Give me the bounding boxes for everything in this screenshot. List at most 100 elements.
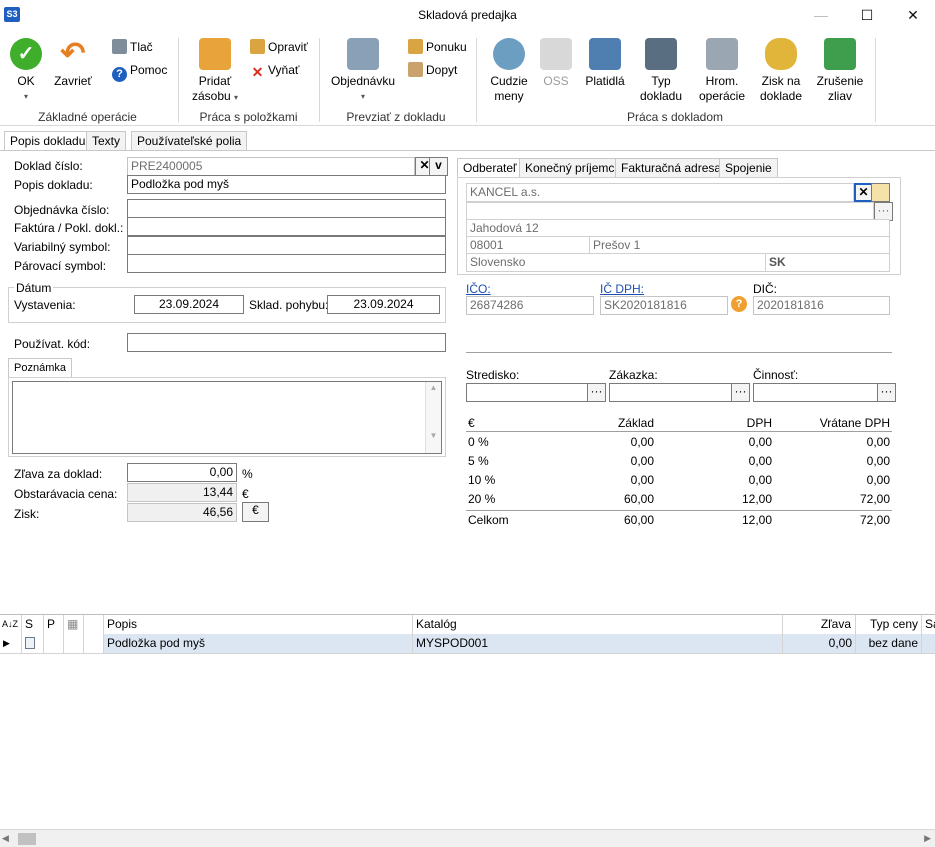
ico-link[interactable]: IČO: (466, 282, 491, 296)
opravit-button[interactable]: Opraviť (250, 38, 308, 56)
country-field[interactable]: Slovensko (466, 253, 766, 272)
zlava-field[interactable]: 0,00 (127, 463, 237, 482)
sklad-pohybu-date-field[interactable]: 23.09.2024 (327, 295, 440, 314)
ponuku-button[interactable]: Ponuku (408, 38, 467, 56)
typ-dokladu-button[interactable]: Typ dokladu (636, 38, 686, 104)
hrom-operacie-button[interactable]: Hrom. operácie (696, 38, 748, 104)
cinnost-field[interactable] (753, 383, 878, 402)
vat-total: 0,00 (866, 435, 890, 449)
tab-odberatel[interactable]: Odberateľ (457, 158, 523, 178)
minimize-button[interactable]: — (806, 4, 836, 26)
cinnost-browse-button[interactable]: ··· (877, 383, 896, 402)
tab-konecny-prijemca[interactable]: Konečný príjemca (519, 158, 628, 177)
dic-field[interactable]: 2020181816 (753, 296, 890, 315)
country-code-field[interactable]: SK (765, 253, 890, 272)
tab-fakturacna-adresa[interactable]: Fakturačná adresa (615, 158, 728, 177)
vat-total-label: Celkom (468, 513, 509, 527)
coins-icon (765, 38, 797, 70)
oss-button[interactable]: OSS (538, 38, 574, 89)
zisk-na-doklade-button[interactable]: Zisk na doklade (756, 38, 806, 104)
stredisko-browse-button[interactable]: ··· (587, 383, 606, 402)
vystavenia-label: Vystavenia: (14, 298, 76, 312)
bulk-operations-icon (706, 38, 738, 70)
poznamka-textarea[interactable]: ▲ ▼ (12, 381, 442, 454)
partner-name-field[interactable]: KANCEL a.s. (466, 183, 854, 202)
grid-header-s[interactable]: S (22, 615, 44, 634)
parovaci-field[interactable] (127, 254, 446, 273)
faktura-field[interactable] (127, 217, 446, 236)
maximize-button[interactable]: ☐ (852, 4, 882, 26)
zrusenie-zliav-button[interactable]: Zrušenie zliav (814, 38, 866, 104)
horizontal-scrollbar[interactable]: ◀ ▶ (0, 829, 935, 847)
vat-rate: 10 % (468, 473, 496, 487)
grid-header-sa[interactable]: Sa (922, 615, 935, 634)
zakazka-label: Zákazka: (609, 368, 658, 382)
icdph-link[interactable]: IČ DPH: (600, 282, 644, 296)
zisk-currency-button[interactable]: € (242, 502, 269, 522)
scroll-right-icon[interactable]: ▶ (924, 833, 931, 844)
row-typ-ceny[interactable]: bez dane (856, 634, 922, 653)
grid-header-katalog[interactable]: Katalóg (413, 615, 783, 634)
tab-pouzivatelske-polia[interactable]: Používateľské polia (131, 131, 248, 150)
zakazka-browse-button[interactable]: ··· (731, 383, 750, 402)
ok-button[interactable]: ✓ OK ▾ (6, 38, 46, 104)
pouzivat-kod-label: Používat. kód: (14, 337, 91, 351)
tab-poznamka[interactable]: Poznámka (8, 358, 72, 377)
edit-icon (250, 39, 265, 54)
currency-icon (493, 38, 525, 70)
objednavku-button[interactable]: Objednávku ▾ (330, 38, 396, 104)
poznamka-scrollbar[interactable]: ▲ ▼ (425, 382, 441, 453)
ok-check-icon: ✓ (10, 38, 42, 70)
datum-label: Dátum (14, 281, 54, 295)
pomoc-button[interactable]: ? Pomoc (112, 61, 167, 82)
vat-rate: 0 % (468, 435, 489, 449)
pridat-zasobu-button[interactable]: Pridať zásobu ▾ (190, 38, 240, 105)
doklad-cislo-field[interactable]: PRE2400005 (127, 157, 415, 176)
scroll-left-icon[interactable]: ◀ (2, 833, 9, 844)
scroll-thumb[interactable] (18, 833, 36, 845)
vat-total-base: 60,00 (623, 513, 654, 527)
variabilny-field[interactable] (127, 236, 446, 255)
grid-sort-icon[interactable]: A↓Z (0, 615, 22, 634)
vat-rate: 20 % (468, 492, 496, 506)
grid-header-p[interactable]: P (44, 615, 64, 634)
row-popis[interactable]: Podložka pod myš (104, 634, 413, 653)
obstaravacia-unit: € (242, 487, 249, 501)
tab-spojenie[interactable]: Spojenie (719, 158, 778, 177)
stredisko-field[interactable] (466, 383, 588, 402)
dopyt-button[interactable]: Dopyt (408, 61, 457, 79)
zavriet-button[interactable]: ↶ Zavrieť (52, 38, 94, 89)
platidla-button[interactable]: Platidlá (582, 38, 628, 89)
cudzie-meny-button[interactable]: Cudzie meny (486, 38, 532, 104)
vat-total-sum: 72,00 (859, 513, 890, 527)
oss-icon (540, 38, 572, 70)
pouzivat-kod-field[interactable] (127, 333, 446, 352)
vynat-button[interactable]: ✕ Vyňať (250, 61, 300, 80)
vat-amount: 0,00 (748, 435, 772, 449)
grid-header-popis[interactable]: Popis (104, 615, 413, 634)
tab-texty[interactable]: Texty (86, 131, 127, 150)
partner-card-icon[interactable] (871, 183, 890, 202)
grid-header-typ-ceny[interactable]: Typ ceny (856, 615, 922, 634)
window-title: Skladová predajka (418, 8, 517, 22)
doklad-dropdown-button[interactable]: v (429, 157, 448, 176)
vystavenia-date-field[interactable]: 23.09.2024 (134, 295, 244, 314)
popis-dokladu-field[interactable]: Podložka pod myš (127, 175, 446, 194)
cinnost-label: Činnosť: (753, 368, 799, 382)
row-katalog[interactable]: MYSPOD001 (413, 634, 783, 653)
objednavka-field[interactable] (127, 199, 446, 218)
popis-dokladu-label: Popis dokladu: (14, 178, 93, 192)
row-zlava[interactable]: 0,00 (783, 634, 856, 653)
objednavka-label: Objednávka číslo: (14, 203, 110, 217)
tab-popis-dokladu[interactable]: Popis dokladu (4, 131, 92, 151)
icdph-field[interactable]: SK2020181816 (600, 296, 728, 315)
grid-header-zlava[interactable]: Zľava (783, 615, 856, 634)
ico-field[interactable]: 26874286 (466, 296, 594, 315)
close-button[interactable]: ✕ (898, 4, 928, 26)
calculator-icon[interactable]: ▦ (64, 615, 84, 634)
delete-x-icon: ✕ (251, 64, 264, 80)
title-bar: S3 Skladová predajka — ☐ ✕ (0, 0, 935, 30)
question-icon[interactable]: ? (731, 296, 747, 312)
zakazka-field[interactable] (609, 383, 732, 402)
tlac-button[interactable]: Tlač (112, 38, 153, 56)
